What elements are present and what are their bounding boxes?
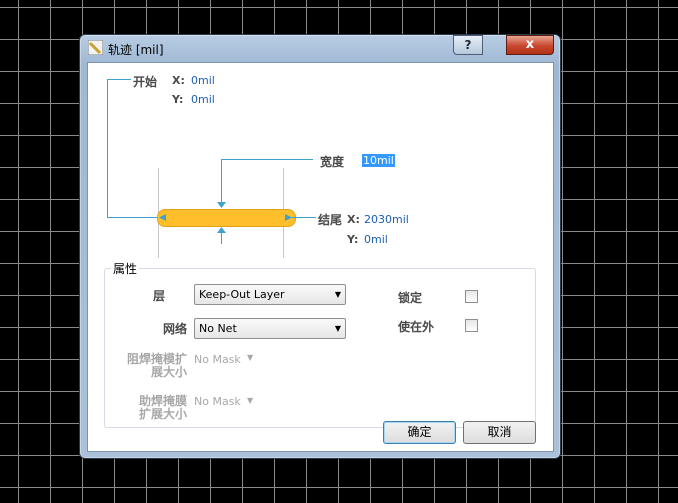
net-select-value: No Net bbox=[199, 322, 237, 335]
dialog-content: 开始 X: 0mil Y: 0mil 宽度 10mil 结尾 X: 2030mi… bbox=[87, 62, 554, 452]
start-leader-top bbox=[107, 79, 131, 80]
properties-legend: 属性 bbox=[113, 262, 138, 276]
close-button[interactable]: x bbox=[506, 35, 554, 55]
track-icon bbox=[88, 40, 103, 55]
solder-mask-label: 阻焊掩模扩展大小 bbox=[126, 352, 187, 379]
paste-mask-value: No Mask bbox=[194, 395, 241, 408]
start-y-value[interactable]: 0mil bbox=[191, 93, 215, 106]
ok-button[interactable]: 确定 bbox=[383, 421, 456, 444]
layer-label: 层 bbox=[153, 289, 166, 303]
layer-select-value: Keep-Out Layer bbox=[199, 288, 285, 301]
chevron-down-icon: ▼ bbox=[334, 324, 341, 333]
width-arrow-up-icon bbox=[217, 227, 226, 233]
end-x-label: X: bbox=[347, 213, 360, 226]
chevron-down-icon: ▼ bbox=[247, 396, 254, 405]
width-arrow-down-icon bbox=[217, 202, 226, 208]
start-x-label: X: bbox=[172, 74, 185, 87]
end-y-label: Y: bbox=[347, 233, 359, 246]
start-arrow-icon bbox=[159, 214, 166, 221]
close-icon: x bbox=[525, 37, 535, 52]
chevron-down-icon: ▼ bbox=[334, 290, 341, 299]
width-value[interactable]: 10mil bbox=[362, 154, 395, 167]
start-y-label: Y: bbox=[172, 93, 184, 106]
layer-select[interactable]: Keep-Out Layer ▼ bbox=[194, 284, 346, 305]
dialog-title: 轨迹 [mil] bbox=[108, 43, 164, 57]
end-x-value[interactable]: 2030mil bbox=[364, 213, 409, 226]
solder-mask-value: No Mask bbox=[194, 353, 241, 366]
start-x-value[interactable]: 0mil bbox=[191, 74, 215, 87]
chevron-down-icon: ▼ bbox=[247, 353, 254, 362]
track-preview bbox=[157, 209, 296, 227]
net-label: 网络 bbox=[163, 322, 188, 336]
keepout-label: 使在外 bbox=[398, 320, 435, 334]
track-dialog: 轨迹 [mil] ? x 开始 X: 0mil Y: 0mil 宽度 10mil… bbox=[79, 34, 561, 459]
paste-mask-label: 助焊掩膜扩展大小 bbox=[138, 394, 187, 421]
cancel-button[interactable]: 取消 bbox=[463, 421, 536, 444]
locked-label: 锁定 bbox=[398, 291, 423, 305]
start-label: 开始 bbox=[133, 75, 158, 89]
end-arrow-icon bbox=[285, 214, 292, 221]
net-select[interactable]: No Net ▼ bbox=[194, 318, 346, 339]
end-leader bbox=[292, 217, 316, 218]
help-button[interactable]: ? bbox=[453, 35, 483, 55]
width-leader-horizontal bbox=[221, 159, 313, 160]
width-label: 宽度 bbox=[320, 155, 345, 169]
locked-checkbox[interactable] bbox=[465, 290, 478, 303]
width-leader-vertical bbox=[221, 159, 222, 207]
end-label: 结尾 bbox=[318, 213, 343, 227]
start-leader-vertical bbox=[107, 79, 108, 217]
title-bar[interactable]: 轨迹 [mil] ? x bbox=[80, 35, 560, 61]
keepout-checkbox[interactable] bbox=[465, 319, 478, 332]
end-y-value[interactable]: 0mil bbox=[364, 233, 388, 246]
